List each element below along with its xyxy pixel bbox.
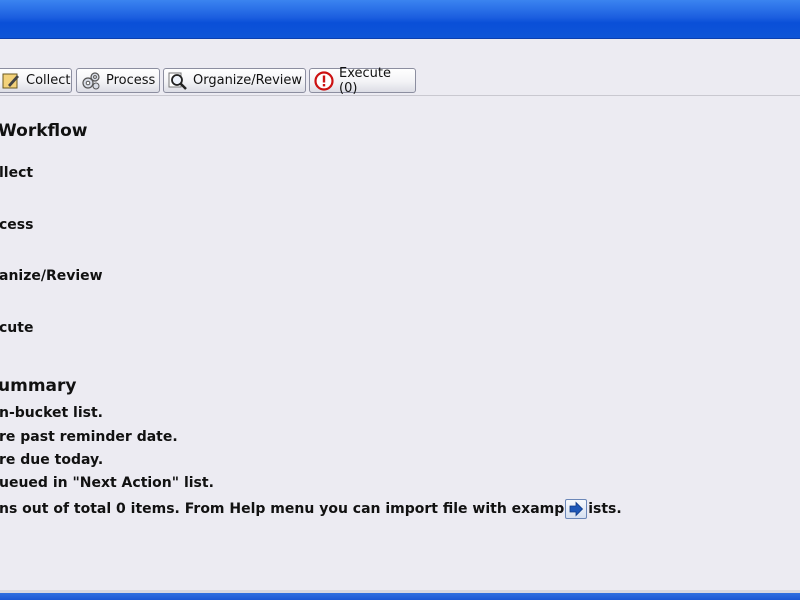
workflow-heading: Workflow	[0, 121, 88, 141]
gears-icon	[81, 71, 101, 91]
process-label: Process	[106, 73, 156, 88]
workflow-step-collect[interactable]: llect	[0, 165, 33, 181]
organize-review-button[interactable]: Organize/Review	[163, 68, 306, 93]
collect-button[interactable]: Collect	[0, 68, 72, 93]
workflow-step-execute[interactable]: cute	[0, 320, 33, 336]
toolbar: Collect Process Organize/Review Execute …	[0, 66, 800, 96]
execute-label: Execute (0)	[339, 65, 391, 96]
workflow-step-organize-review[interactable]: anize/Review	[0, 268, 103, 284]
summary-line-reminder: re past reminder date.	[0, 429, 178, 445]
summary-line-inbucket: n-bucket list.	[0, 405, 104, 421]
arrow-right-icon	[569, 501, 584, 517]
menu-bar: p	[0, 39, 800, 65]
organize-review-label: Organize/Review	[193, 73, 303, 88]
collect-label: Collect	[26, 73, 71, 88]
main-content: Workflow llect cess anize/Review cute um…	[0, 96, 800, 590]
summary-heading: ummary	[0, 376, 77, 396]
summary-line-total: ns out of total 0 items. From Help menu …	[0, 501, 622, 517]
summary-line-next-action: ueued in "Next Action" list.	[0, 475, 214, 491]
workflow-step-process[interactable]: cess	[0, 217, 33, 233]
note-pencil-icon	[1, 71, 21, 91]
magnifier-icon	[168, 71, 188, 91]
status-bar	[0, 590, 800, 600]
execute-button[interactable]: Execute (0)	[309, 65, 416, 96]
process-button[interactable]: Process	[76, 68, 160, 93]
summary-line-due-today: re due today.	[0, 452, 104, 468]
window-titlebar	[0, 0, 800, 39]
import-examples-button[interactable]	[565, 499, 587, 519]
alert-circle-icon	[314, 70, 334, 91]
